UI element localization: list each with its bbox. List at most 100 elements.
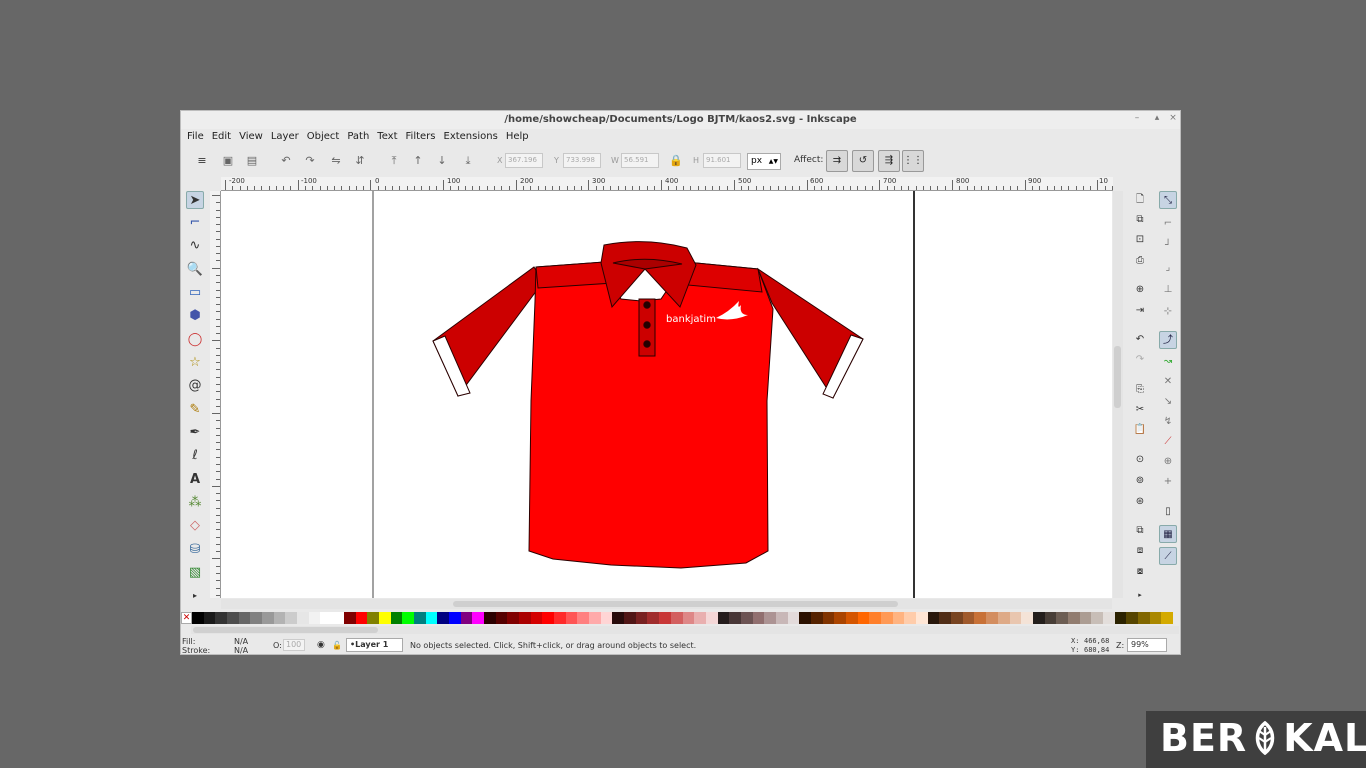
palette-scrollbar[interactable] <box>191 626 1179 634</box>
color-swatch[interactable] <box>635 612 648 624</box>
menu-extensions[interactable]: Extensions <box>440 129 502 145</box>
color-swatch[interactable] <box>974 612 987 624</box>
color-swatch[interactable] <box>740 612 754 624</box>
color-swatch[interactable] <box>846 612 859 624</box>
color-swatch[interactable] <box>495 612 508 624</box>
color-swatch[interactable] <box>1079 612 1092 624</box>
color-swatch[interactable] <box>320 612 333 624</box>
text-icon[interactable]: A <box>186 471 204 489</box>
affect-corners-button[interactable]: ↺ <box>852 150 874 172</box>
affect-gradients-button[interactable]: ⇶ <box>878 150 900 172</box>
redo-icon[interactable]: ↷ <box>1133 353 1147 367</box>
color-swatch[interactable] <box>916 612 929 624</box>
stroke-value[interactable]: N/A <box>234 646 248 655</box>
color-swatch[interactable] <box>986 612 999 624</box>
color-swatch[interactable] <box>612 612 625 624</box>
color-swatch[interactable] <box>1091 612 1104 624</box>
current-layer-select[interactable]: •Layer 1 <box>346 638 403 652</box>
color-swatch[interactable] <box>1032 612 1046 624</box>
star-icon[interactable]: ☆ <box>186 354 204 372</box>
select-all-icon[interactable]: ▣ <box>221 154 235 168</box>
horizontal-scrollbar[interactable] <box>221 599 1112 609</box>
snap-bbox-icon[interactable]: ⌐ <box>1159 215 1177 233</box>
no-paint-swatch[interactable]: ✕ <box>181 612 192 624</box>
snap-path-icon[interactable]: ↝ <box>1159 353 1177 371</box>
x-field[interactable]: 367.196 <box>505 153 543 168</box>
close-button[interactable]: × <box>1167 113 1179 123</box>
color-swatch[interactable] <box>554 612 567 624</box>
pen-icon[interactable]: ✒ <box>186 424 204 442</box>
menu-help[interactable]: Help <box>502 129 533 145</box>
menu-layer[interactable]: Layer <box>267 129 303 145</box>
color-swatch[interactable] <box>670 612 683 624</box>
select-all-layers-icon[interactable]: ▤ <box>245 154 259 168</box>
color-swatch[interactable] <box>530 612 543 624</box>
pencil-icon[interactable]: ✎ <box>186 401 204 419</box>
menu-path[interactable]: Path <box>343 129 373 145</box>
spray-icon[interactable]: ⁂ <box>186 494 204 512</box>
color-swatch[interactable] <box>1102 612 1116 624</box>
color-swatch[interactable] <box>1114 612 1127 624</box>
color-swatch[interactable] <box>927 612 940 624</box>
eraser-icon[interactable]: ◇ <box>186 517 204 535</box>
width-field[interactable]: 56.591 <box>621 153 659 168</box>
menu-file[interactable]: File <box>183 129 208 145</box>
more-commands-arrow-icon[interactable]: ▸ <box>1133 588 1147 602</box>
color-swatch[interactable] <box>577 612 590 624</box>
rotate-cw-icon[interactable]: ↷ <box>303 154 317 168</box>
color-swatch[interactable] <box>881 612 894 624</box>
vertical-scroll-thumb[interactable] <box>1114 346 1121 408</box>
color-swatch[interactable] <box>857 612 870 624</box>
export-icon[interactable]: ⇥ <box>1133 304 1147 318</box>
color-swatch[interactable] <box>542 612 555 624</box>
color-swatch[interactable] <box>472 612 485 624</box>
color-swatch[interactable] <box>1021 612 1034 624</box>
layer-lock-icon[interactable]: 🔓 <box>332 641 342 650</box>
color-swatch[interactable] <box>460 612 473 624</box>
unit-select[interactable]: px ▲▼ <box>747 153 781 170</box>
color-swatch[interactable] <box>659 612 672 624</box>
open-icon[interactable]: ⧉ <box>1133 213 1147 227</box>
menu-edit[interactable]: Edit <box>208 129 235 145</box>
zoom-field[interactable]: 99% <box>1127 638 1167 652</box>
color-swatch[interactable] <box>355 612 368 624</box>
snap-bbox-edge-icon[interactable]: ┘ <box>1159 237 1177 255</box>
menu-text[interactable]: Text <box>373 129 401 145</box>
gradient-icon[interactable]: ▧ <box>186 564 204 582</box>
copy-icon[interactable]: ⎘ <box>1133 383 1147 397</box>
color-swatch[interactable] <box>332 612 345 624</box>
color-swatch[interactable] <box>378 612 392 624</box>
menu-view[interactable]: View <box>235 129 267 145</box>
color-swatch[interactable] <box>308 612 321 624</box>
snap-bbox-corner-icon[interactable]: ⌟ <box>1159 259 1177 277</box>
color-swatch[interactable] <box>367 612 380 624</box>
color-swatch[interactable] <box>1009 612 1022 624</box>
color-swatch[interactable] <box>624 612 637 624</box>
color-swatch[interactable] <box>589 612 602 624</box>
color-swatch[interactable] <box>390 612 403 624</box>
maximize-button[interactable]: ▴ <box>1151 113 1163 123</box>
snap-page-border-icon[interactable]: ▯ <box>1159 503 1177 521</box>
calligraphy-icon[interactable]: ℓ <box>186 447 204 465</box>
color-swatch[interactable] <box>834 612 847 624</box>
color-swatch[interactable] <box>810 612 824 624</box>
snap-smooth-icon[interactable]: ↯ <box>1159 413 1177 431</box>
undo-icon[interactable]: ↶ <box>1133 333 1147 347</box>
color-swatch[interactable] <box>1137 612 1151 624</box>
color-swatch[interactable] <box>343 612 356 624</box>
snap-nodes-icon[interactable]: ⤴ <box>1159 331 1177 349</box>
color-swatch[interactable] <box>273 612 286 624</box>
new-document-icon[interactable]: 🗋 <box>1133 193 1147 207</box>
menu-object[interactable]: Object <box>303 129 344 145</box>
horizontal-scroll-thumb[interactable] <box>453 601 898 607</box>
spiral-icon[interactable]: @ <box>186 377 204 395</box>
color-swatch[interactable] <box>729 612 742 624</box>
fill-value[interactable]: N/A <box>234 637 248 646</box>
vertical-scrollbar[interactable] <box>1113 191 1123 598</box>
lock-icon[interactable]: 🔒 <box>669 154 683 168</box>
duplicate-icon[interactable]: ⧉ <box>1133 524 1147 538</box>
color-swatch[interactable] <box>892 612 905 624</box>
color-swatch[interactable] <box>565 612 578 624</box>
color-swatch[interactable] <box>483 612 497 624</box>
color-swatch[interactable] <box>822 612 835 624</box>
